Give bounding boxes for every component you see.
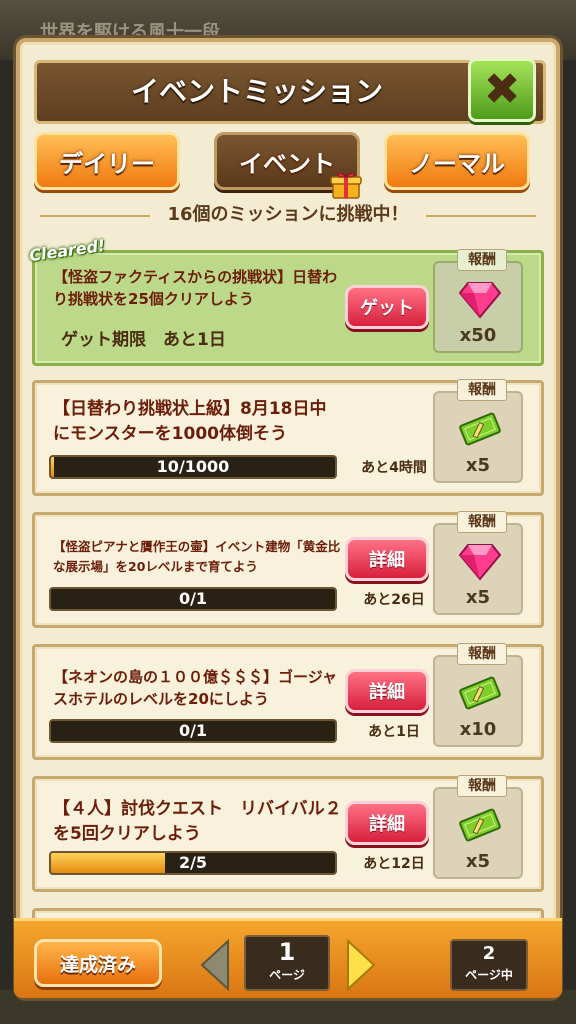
- mission-title: 【ネオンの島の１００億＄＄＄】ゴージャスホテルのレベルを20にしよう: [53, 668, 337, 708]
- progress-bar: 10/1000: [49, 455, 337, 479]
- total-pages-number: 2: [482, 943, 496, 964]
- progress-text: 0/1: [178, 721, 208, 740]
- time-remaining: あと4時間: [361, 460, 427, 476]
- mission-card: 【日替わり挑戦状上級】8月18日中にモンスターを1000体倒そう 10/1000…: [32, 379, 544, 496]
- mission-deadline: ゲット期限 あと1日: [61, 330, 226, 350]
- total-pages-indicator: 2 ページ中: [450, 939, 528, 991]
- reward-quantity: x5: [465, 851, 491, 872]
- mission-title: 【怪盗ファクティスからの挑戦状】日替わり挑戦状を25個クリアしよう: [53, 268, 338, 308]
- next-page-arrow-icon[interactable]: [344, 937, 378, 993]
- mission-count-subtitle: 16個のミッションに挑戦中！: [167, 204, 409, 225]
- gem-icon: [458, 544, 502, 581]
- ticket-icon: [459, 412, 501, 446]
- tab-daily[interactable]: デイリー: [34, 132, 180, 190]
- gift-icon: [330, 172, 362, 199]
- details-button[interactable]: 詳細: [345, 669, 429, 713]
- time-remaining: あと1日: [368, 724, 420, 740]
- progress-text: 10/1000: [156, 457, 230, 476]
- completed-missions-button[interactable]: 達成済み: [34, 939, 162, 987]
- prev-page-arrow-icon[interactable]: [198, 937, 232, 993]
- reward-label: 報酬: [457, 511, 507, 533]
- progress-text: 0/1: [178, 589, 208, 608]
- close-button[interactable]: ✖: [468, 58, 536, 122]
- reward-label: 報酬: [457, 249, 507, 271]
- reward-quantity: x5: [465, 587, 491, 608]
- mission-title: 【怪盗ピアナと贋作王の壷】イベント建物「黄金比な展示場」を20レベルまで育てよう: [53, 539, 341, 574]
- page-title: イベントミッション: [130, 75, 383, 108]
- total-pages-label: ページ中: [465, 968, 513, 982]
- details-button[interactable]: 詳細: [345, 801, 429, 845]
- reward-label: 報酬: [457, 379, 507, 401]
- mission-title: 【４人】討伐クエスト リバイバル２を5回クリアしよう: [53, 799, 342, 844]
- mission-card: 【怪盗ピアナと贋作王の壷】イベント建物「黄金比な展示場」を20レベルまで育てよう…: [32, 511, 544, 628]
- mission-card: 【４人】討伐クエスト リバイバル２を5回クリアしよう 詳細 2/5 あと12日 …: [32, 775, 544, 892]
- current-page-label: ページ: [269, 968, 305, 982]
- reward-quantity: x10: [459, 719, 497, 740]
- gem-icon: [458, 282, 502, 319]
- reward-box: 報酬 x5: [433, 379, 523, 483]
- reward-box: 報酬 x10: [433, 643, 523, 747]
- progress-bar: 0/1: [49, 719, 337, 743]
- reward-quantity: x50: [459, 325, 497, 346]
- reward-box: 報酬 x5: [433, 775, 523, 879]
- mission-title: 【日替わり挑戦状上級】8月18日中にモンスターを1000体倒そう: [53, 399, 327, 444]
- reward-box: 報酬 x5: [433, 511, 523, 615]
- current-page-number: 1: [278, 938, 296, 966]
- cleared-badge: Cleared!: [28, 235, 107, 266]
- current-page-indicator: 1 ページ: [244, 935, 330, 991]
- get-reward-button[interactable]: ゲット: [345, 285, 429, 329]
- ticket-icon: [459, 808, 501, 842]
- ticket-icon: [459, 676, 501, 710]
- reward-quantity: x5: [465, 455, 491, 476]
- time-remaining: あと12日: [363, 856, 425, 872]
- reward-label: 報酬: [457, 775, 507, 797]
- pagination-bar: 達成済み 1 ページ 2 ページ中: [14, 918, 562, 998]
- close-x-icon: ✖: [483, 64, 521, 115]
- time-remaining: あと26日: [363, 592, 425, 608]
- mission-card: Cleared! 【怪盗ファクティスからの挑戦状】日替わり挑戦状を25個クリアし…: [28, 236, 544, 366]
- reward-box: 報酬 x50: [433, 249, 523, 353]
- progress-bar: 2/5: [49, 851, 337, 875]
- tab-normal[interactable]: ノーマル: [384, 132, 530, 190]
- details-button[interactable]: 詳細: [345, 537, 429, 581]
- mission-panel: イベントミッション ✖ デイリー イベント ノーマル 16個のミッションに挑戦中…: [16, 38, 560, 998]
- reward-label: 報酬: [457, 643, 507, 665]
- progress-text: 2/5: [178, 853, 208, 872]
- mission-card: 【ネオンの島の１００億＄＄＄】ゴージャスホテルのレベルを20にしよう 詳細 0/…: [32, 643, 544, 760]
- progress-bar: 0/1: [49, 587, 337, 611]
